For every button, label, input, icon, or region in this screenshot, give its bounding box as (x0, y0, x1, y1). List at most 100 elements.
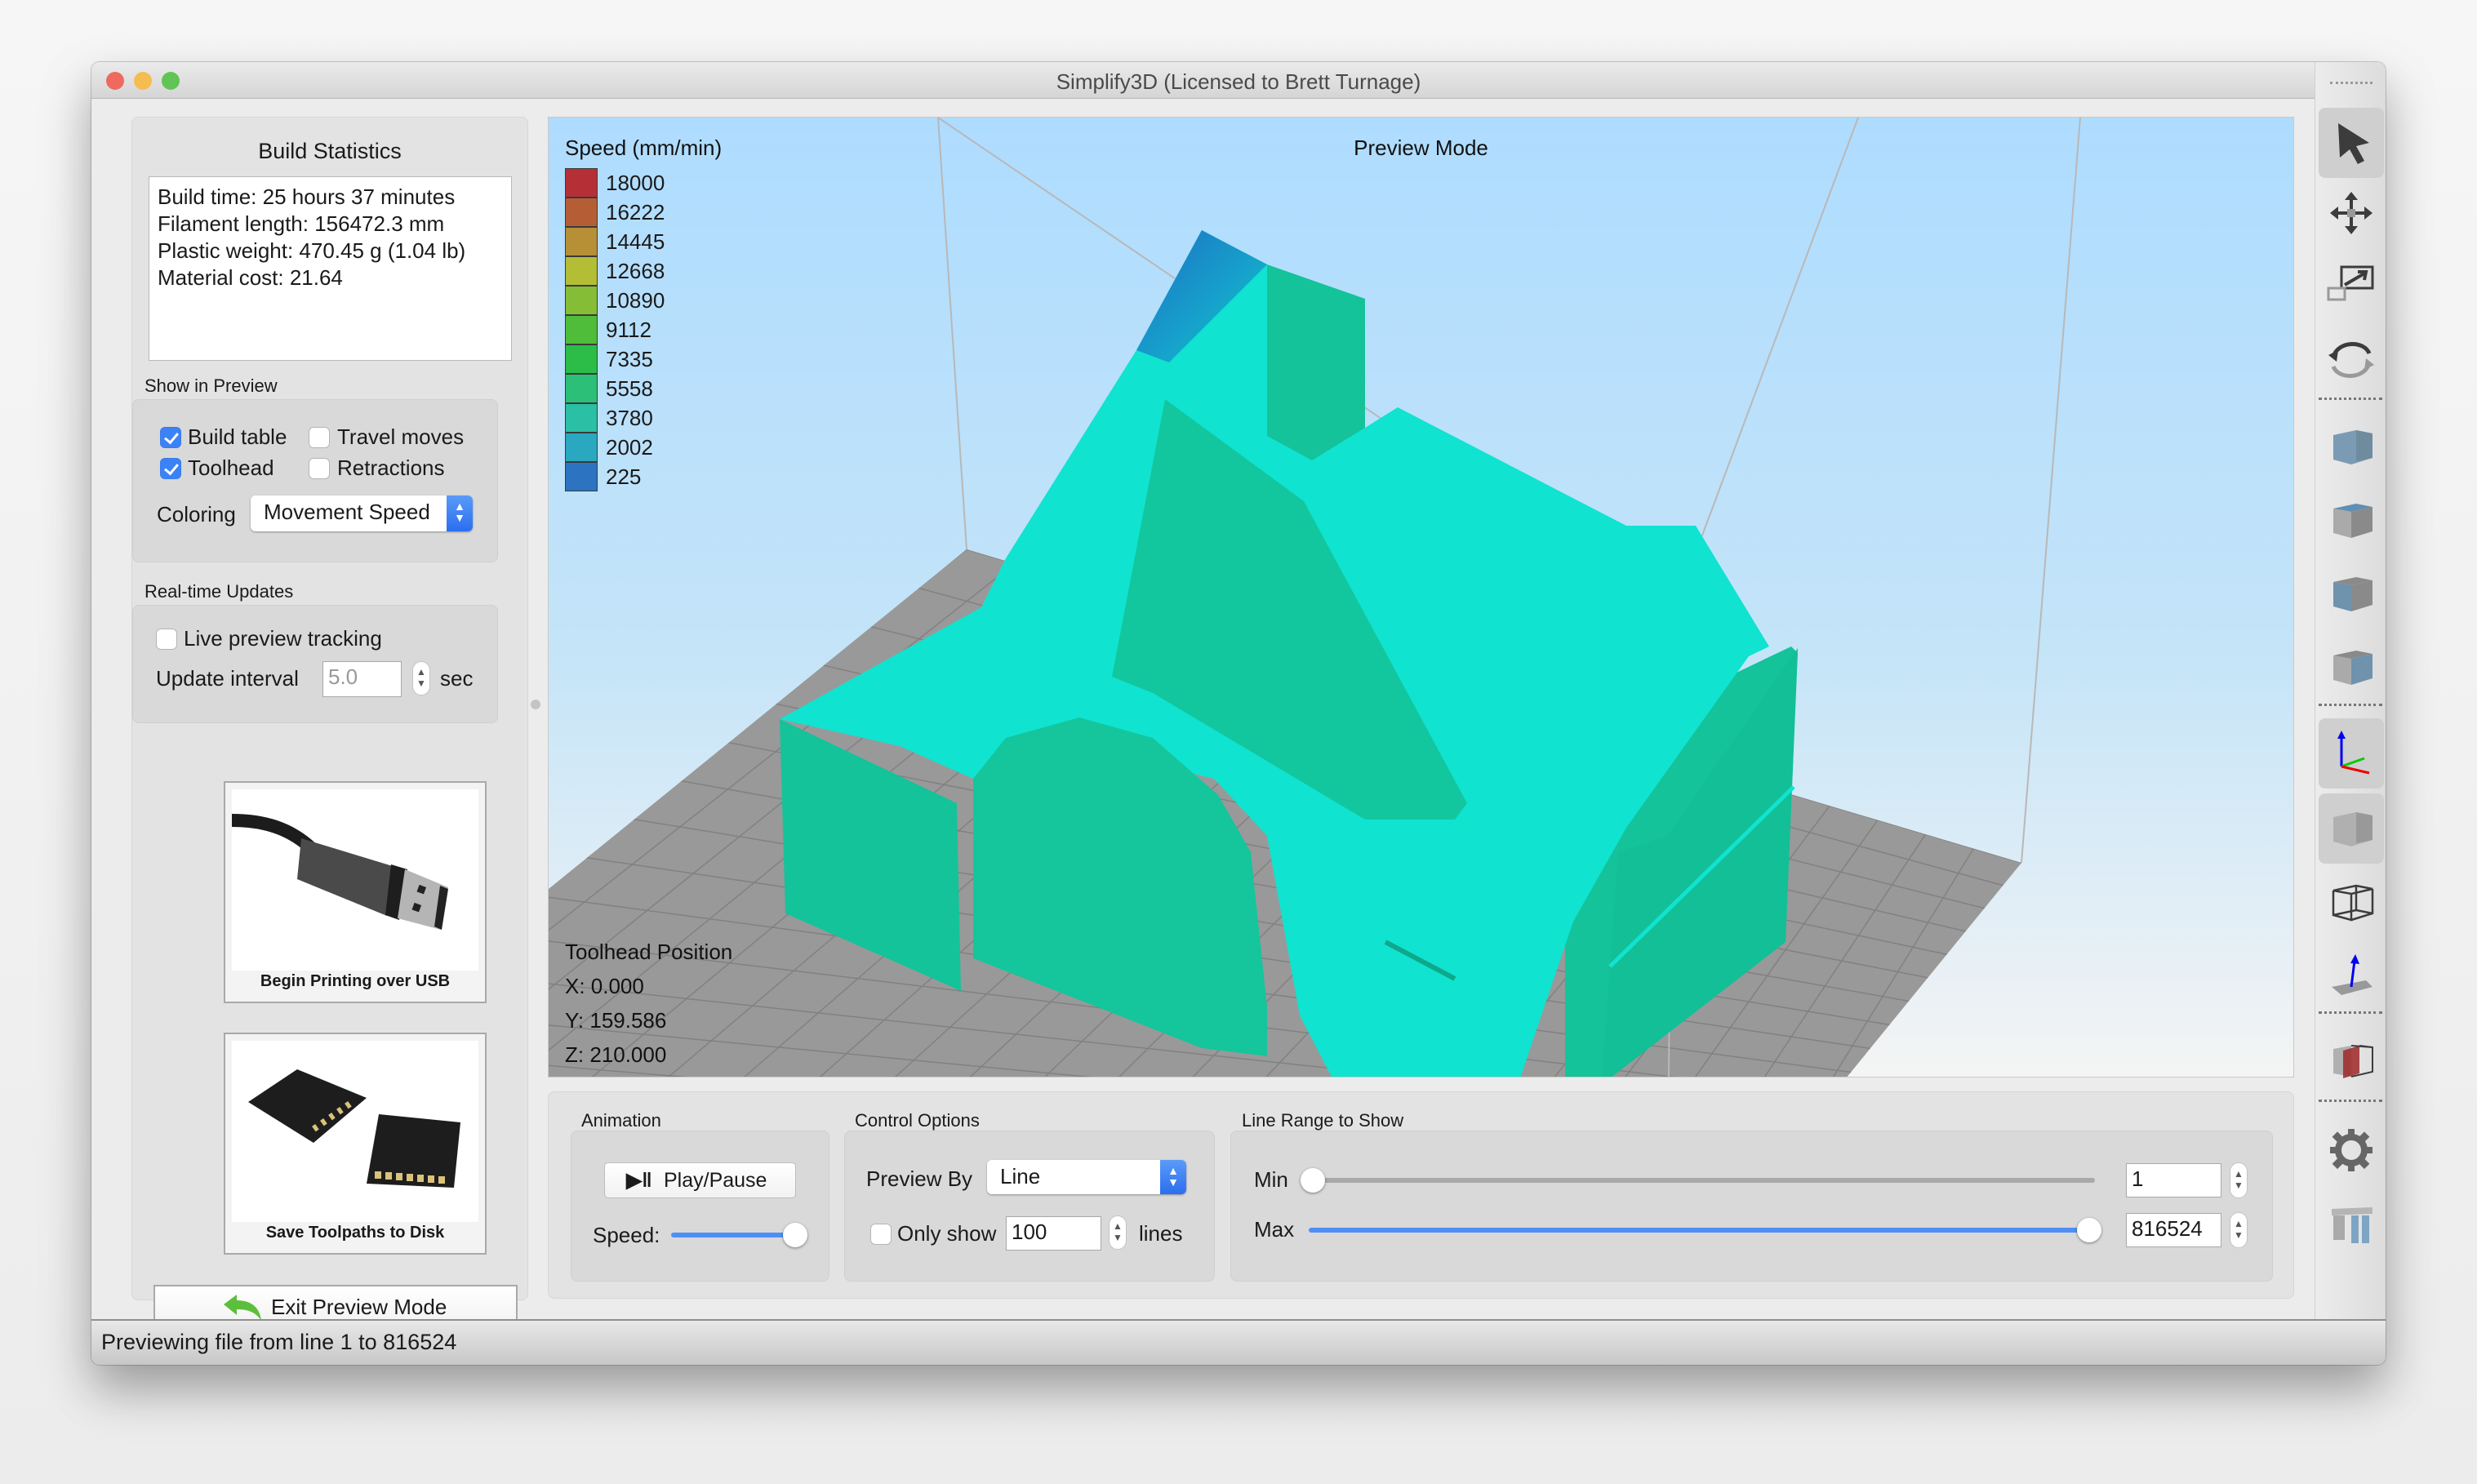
usb-cable-image (225, 789, 478, 971)
legend-swatch (565, 227, 598, 256)
move-tool-button[interactable] (2319, 178, 2384, 248)
legend-value: 18000 (606, 171, 665, 195)
supports-tool-button[interactable] (2319, 1189, 2384, 1259)
view-top-tool-button[interactable] (2319, 485, 2384, 555)
scene-canvas[interactable] (549, 118, 2294, 1077)
select-arrow-tool-button[interactable] (2319, 108, 2384, 178)
scale-tool-button[interactable] (2319, 251, 2384, 322)
legend-swatch (565, 315, 598, 344)
rotate-icon (2328, 342, 2374, 378)
max-line-input[interactable]: 816524 (2126, 1213, 2221, 1247)
view-isometric-icon (2333, 430, 2372, 464)
only-show-label: Only show (897, 1221, 997, 1246)
animation-label: Animation (581, 1110, 661, 1131)
preview-by-select[interactable]: Line ▲ ▼ (987, 1160, 1186, 1194)
line-range-group: Min 1 ▲ ▼ Max 816524 ▲ ▼ (1230, 1131, 2273, 1282)
update-interval-stepper[interactable]: ▲ ▼ (412, 661, 430, 695)
build-table-checkbox[interactable] (160, 427, 181, 448)
min-line-input[interactable]: 1 (2126, 1163, 2221, 1197)
control-options-label: Control Options (855, 1110, 980, 1131)
coloring-label: Coloring (157, 502, 236, 527)
realtime-updates-group: Live preview tracking Update interval 5.… (132, 605, 498, 723)
preview-controls-panel: Animation ▶‖ Play/Pause Speed: Control O… (548, 1091, 2294, 1299)
cross-section-icon (2333, 1045, 2373, 1078)
legend-value: 9112 (606, 318, 651, 342)
update-interval-input[interactable]: 5.0 (322, 661, 402, 697)
wireframe-view-tool-button[interactable] (2319, 867, 2384, 937)
toolhead-checkbox[interactable] (160, 458, 181, 479)
animation-group: ▶‖ Play/Pause Speed: (571, 1131, 829, 1282)
toolbar-separator (2319, 1100, 2382, 1102)
legend-swatch (565, 403, 598, 433)
begin-printing-usb-button[interactable]: Begin Printing over USB (224, 781, 487, 1003)
travel-moves-checkbox[interactable] (309, 427, 330, 448)
toolhead-x: X: 0.000 (565, 974, 644, 998)
toolbar-grip[interactable] (2330, 82, 2372, 84)
save-toolpaths-disk-button[interactable]: Save Toolpaths to Disk (224, 1033, 487, 1255)
preview-by-value: Line (1000, 1164, 1041, 1189)
legend-value: 5558 (606, 376, 653, 401)
only-show-stepper[interactable]: ▲ ▼ (1109, 1215, 1127, 1250)
view-isometric-tool-button[interactable] (2319, 411, 2384, 482)
max-line-stepper[interactable]: ▲ ▼ (2230, 1212, 2248, 1248)
solid-view-tool-button[interactable] (2319, 793, 2384, 864)
stat-build-time: Build time: 25 hours 37 minutes (158, 184, 456, 209)
legend-value: 16222 (606, 200, 665, 224)
stat-material-cost: Material cost: 21.64 (158, 265, 343, 290)
preview-by-label: Preview By (866, 1166, 973, 1191)
settings-gear-tool-button[interactable] (2319, 1115, 2384, 1185)
build-statistics-title: Build Statistics (258, 139, 402, 163)
max-line-thumb[interactable] (2077, 1218, 2101, 1242)
min-line-stepper[interactable]: ▲ ▼ (2230, 1162, 2248, 1198)
toolpath-model (780, 230, 1798, 1077)
travel-moves-label: Travel moves (337, 424, 465, 449)
cross-section-tool-button[interactable] (2319, 1025, 2384, 1095)
legend-value: 7335 (606, 347, 653, 371)
min-line-thumb[interactable] (1301, 1168, 1325, 1193)
view-top-icon (2333, 504, 2372, 538)
legend-swatch (565, 198, 598, 227)
min-line-slider[interactable] (1309, 1178, 2095, 1183)
toolbar-separator (2319, 398, 2382, 400)
toolbar-separator (2319, 704, 2382, 706)
view-side-tool-button[interactable] (2319, 632, 2384, 702)
stat-filament-length: Filament length: 156472.3 mm (158, 211, 445, 236)
only-show-checkbox[interactable] (870, 1224, 892, 1245)
coloring-select[interactable]: Movement Speed ▲ ▼ (251, 495, 473, 531)
legend-value: 2002 (606, 435, 653, 460)
legend-swatch (565, 168, 598, 198)
rotate-tool-button[interactable] (2319, 325, 2384, 395)
normals-icon (2332, 954, 2372, 995)
live-preview-tracking-checkbox[interactable] (156, 629, 177, 650)
select-arrow-icon (2338, 123, 2369, 164)
legend-swatch (565, 374, 598, 403)
legend-swatch (565, 286, 598, 315)
play-pause-button[interactable]: ▶‖ Play/Pause (604, 1162, 796, 1198)
toolbar-separator (2319, 1011, 2382, 1014)
usb-caption: Begin Printing over USB (260, 972, 451, 990)
retractions-checkbox[interactable] (309, 458, 330, 479)
title-bar: Simplify3D (Licensed to Brett Turnage) (91, 62, 2386, 99)
splitter-handle[interactable] (531, 700, 540, 709)
max-line-slider[interactable] (1309, 1228, 2095, 1233)
legend-value: 12668 (606, 259, 665, 283)
update-interval-unit: sec (440, 666, 474, 691)
status-text: Previewing file from line 1 to 816524 (101, 1330, 457, 1354)
axes-tool-button[interactable] (2319, 718, 2384, 789)
preview-mode-label: Preview Mode (1354, 136, 1488, 160)
only-show-input[interactable]: 100 (1006, 1216, 1101, 1251)
stat-plastic-weight: Plastic weight: 470.45 g (1.04 lb) (158, 238, 466, 263)
legend-value: 3780 (606, 406, 653, 430)
supports-icon (2332, 1207, 2372, 1243)
retractions-label: Retractions (337, 455, 445, 480)
normals-tool-button[interactable] (2319, 940, 2384, 1011)
animation-speed-thumb[interactable] (783, 1223, 807, 1247)
3d-preview-viewport[interactable]: Speed (mm/min) 18000 16222 14445 12668 10890… (548, 117, 2294, 1077)
select-arrows-icon: ▲ ▼ (447, 495, 473, 531)
coloring-value: Movement Speed (264, 500, 430, 524)
view-toolbar (2315, 62, 2386, 1319)
wireframe-view-icon (2332, 884, 2374, 922)
animation-speed-slider[interactable] (671, 1233, 795, 1237)
toolhead-label: Toolhead (188, 455, 274, 480)
view-front-tool-button[interactable] (2319, 558, 2384, 629)
